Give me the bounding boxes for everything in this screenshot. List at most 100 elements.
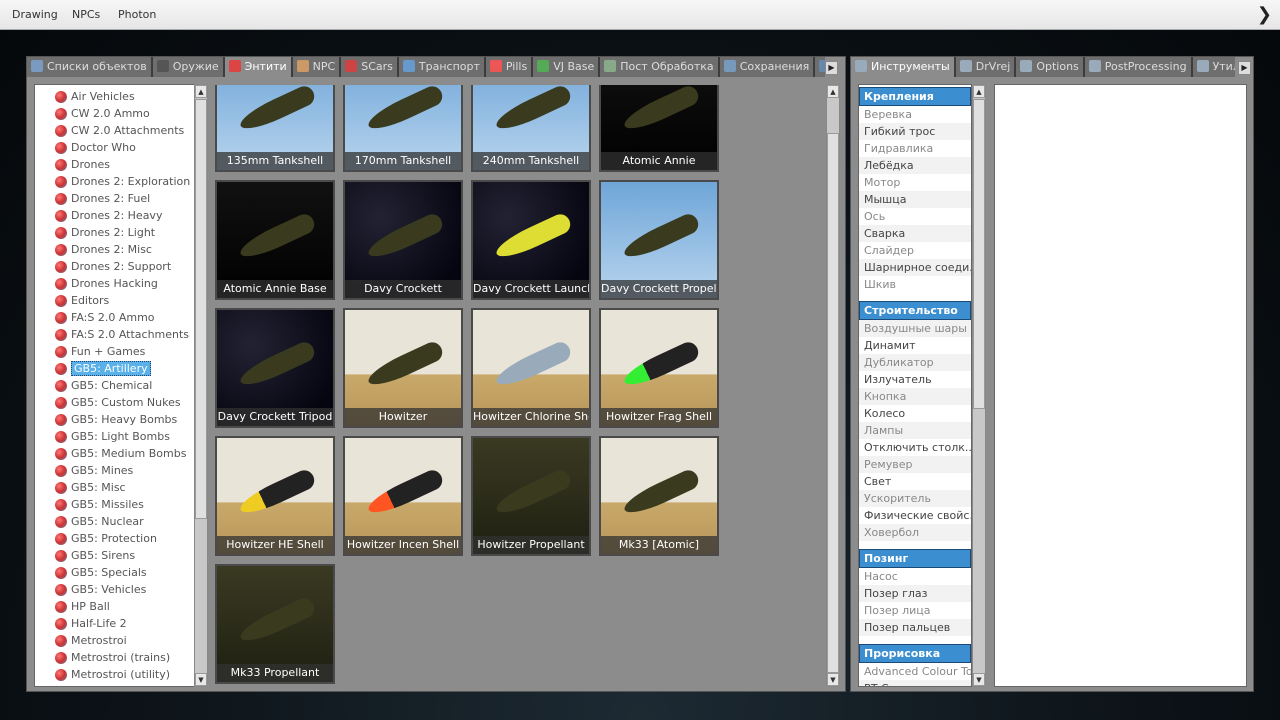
tab-утили[interactable]: Утили xyxy=(1192,57,1235,77)
tool-item[interactable]: Дубликатор xyxy=(859,354,971,371)
tree-node[interactable]: Drones 2: Fuel xyxy=(53,190,194,207)
tool-item[interactable]: Насос xyxy=(859,568,971,585)
tree-node[interactable]: Fun + Games xyxy=(53,343,194,360)
tab-vehicle[interactable]: Транспорт xyxy=(398,57,484,77)
tree-node[interactable]: Half-Life 2 xyxy=(53,615,194,632)
tree-node[interactable]: GB5: Light Bombs xyxy=(53,428,194,445)
tree-node[interactable]: Editors xyxy=(53,292,194,309)
tree-node[interactable]: Drones 2: Heavy xyxy=(53,207,194,224)
tab-pill[interactable]: Pills xyxy=(485,57,532,77)
tool-item[interactable]: Позер глаз xyxy=(859,585,971,602)
tree-node[interactable]: GB5: Sirens xyxy=(53,547,194,564)
tool-item[interactable]: Шкив xyxy=(859,276,971,293)
tree-node[interactable]: Drones xyxy=(53,156,194,173)
tool-item[interactable]: Позер пальцев xyxy=(859,619,971,636)
tree-node[interactable]: Drones 2: Light xyxy=(53,224,194,241)
entity-tile[interactable]: 135mm Tankshell xyxy=(215,85,335,172)
menu-photon[interactable]: Photon xyxy=(118,8,156,21)
tool-item[interactable]: Воздушные шары xyxy=(859,320,971,337)
entity-tile[interactable]: Howitzer HE Shell xyxy=(215,436,335,556)
tool-item[interactable]: Гибкий трос xyxy=(859,123,971,140)
tool-item[interactable]: Advanced Colour Tool xyxy=(859,663,971,680)
tree-node[interactable]: CW 2.0 Attachments xyxy=(53,122,194,139)
tree-node[interactable]: GB5: Medium Bombs xyxy=(53,445,194,462)
entity-tile[interactable]: Howitzer Propellant xyxy=(471,436,591,556)
tree-node[interactable]: Doctor Who xyxy=(53,139,194,156)
tree-node[interactable]: GB5: Specials xyxy=(53,564,194,581)
tool-item[interactable]: Лампы xyxy=(859,422,971,439)
tool-item[interactable]: Ось xyxy=(859,208,971,225)
tool-item[interactable]: Лебёдка xyxy=(859,157,971,174)
entity-tile[interactable]: Atomic Annie Base xyxy=(215,180,335,300)
tree-node[interactable]: GB5: Heavy Bombs xyxy=(53,411,194,428)
tool-category-header[interactable]: Прорисовка xyxy=(859,644,971,663)
entity-tile[interactable]: Howitzer Frag Shell xyxy=(599,308,719,428)
tree-node[interactable]: FA:S 2.0 Attachments xyxy=(53,326,194,343)
tree-node[interactable]: Metrostroi xyxy=(53,632,194,649)
chevron-right-icon[interactable]: ❯ xyxy=(1257,4,1272,25)
tree-node[interactable]: Drones Hacking xyxy=(53,275,194,292)
tree-node[interactable]: HP Ball xyxy=(53,598,194,615)
tab-postprocessing[interactable]: PostProcessing xyxy=(1084,57,1191,77)
entity-tile[interactable]: 240mm Tankshell xyxy=(471,85,591,172)
tool-category-header[interactable]: Крепления xyxy=(859,87,971,106)
tree-node[interactable]: Air Vehicles xyxy=(53,88,194,105)
tree-scrollbar[interactable]: ▲ ▼ xyxy=(194,84,208,687)
tool-item[interactable]: Веревка xyxy=(859,106,971,123)
entity-tile[interactable]: Howitzer xyxy=(343,308,463,428)
tree-node[interactable]: CW 2.0 Ammo xyxy=(53,105,194,122)
tool-item[interactable]: Ремувер xyxy=(859,456,971,473)
tool-item[interactable]: Кнопка xyxy=(859,388,971,405)
tool-item[interactable]: Слайдер xyxy=(859,242,971,259)
tool-item[interactable]: Колесо xyxy=(859,405,971,422)
tree-node[interactable]: GB5: Artillery xyxy=(53,360,194,377)
tool-item[interactable]: Мотор xyxy=(859,174,971,191)
tool-item[interactable]: Шарнирное соеди... xyxy=(859,259,971,276)
tab-dupes[interactable]: Д xyxy=(815,57,825,77)
entity-tile[interactable]: Howitzer Incen Shell xyxy=(343,436,463,556)
tab-save[interactable]: Сохранения xyxy=(719,57,814,77)
tool-category-header[interactable]: Строительство xyxy=(859,301,971,320)
tool-item[interactable]: Свет xyxy=(859,473,971,490)
tool-item[interactable]: Физические свойс... xyxy=(859,507,971,524)
tab-car[interactable]: SCars xyxy=(341,57,397,77)
tab-entities[interactable]: Энтити xyxy=(224,57,291,77)
tab-postprocess[interactable]: Пост Обработка xyxy=(600,57,718,77)
entity-tile[interactable]: Mk33 [Atomic] xyxy=(599,436,719,556)
tree-node[interactable]: FA:S 2.0 Ammo xyxy=(53,309,194,326)
tab-puzzle[interactable]: VJ Base xyxy=(533,57,599,77)
entity-tile[interactable]: Howitzer Chlorine Shell xyxy=(471,308,591,428)
entity-tile[interactable]: Atomic Annie xyxy=(599,85,719,172)
tool-item[interactable]: Излучатель xyxy=(859,371,971,388)
tool-item[interactable]: Ускоритель xyxy=(859,490,971,507)
tool-item[interactable]: Отключить столк... xyxy=(859,439,971,456)
tool-item[interactable]: Позер лица xyxy=(859,602,971,619)
tool-category-header[interactable]: Позинг xyxy=(859,549,971,568)
tree-node[interactable]: GB5: Nuclear xyxy=(53,513,194,530)
entity-tile[interactable]: Mk33 Propellant xyxy=(215,564,335,684)
tree-node[interactable]: GB5: Vehicles xyxy=(53,581,194,598)
tab-drvrej[interactable]: DrVrej xyxy=(955,57,1015,77)
tree-node[interactable]: GB5: Misc xyxy=(53,479,194,496)
entity-tile[interactable]: Davy Crockett Propellant xyxy=(599,180,719,300)
tab-npc[interactable]: NPC xyxy=(292,57,340,77)
entity-tile[interactable]: Davy Crockett Tripod xyxy=(215,308,335,428)
tab-list[interactable]: Списки объектов xyxy=(27,57,151,77)
tab-weapon[interactable]: Оружие xyxy=(152,57,223,77)
tree-node[interactable]: Drones 2: Misc xyxy=(53,241,194,258)
tool-item[interactable]: RT C xyxy=(859,680,971,686)
tool-item[interactable]: Динамит xyxy=(859,337,971,354)
menu-drawing[interactable]: Drawing xyxy=(12,8,58,21)
entity-tile[interactable]: 170mm Tankshell xyxy=(343,85,463,172)
tab-options[interactable]: Options xyxy=(1016,57,1083,77)
menu-npcs[interactable]: NPCs xyxy=(72,8,100,21)
tree-node[interactable]: GB5: Custom Nukes xyxy=(53,394,194,411)
grid-scrollbar[interactable]: ▲ ▼ xyxy=(826,84,840,687)
entity-tile[interactable]: Davy Crockett xyxy=(343,180,463,300)
tool-item[interactable]: Гидравлика xyxy=(859,140,971,157)
tree-node[interactable]: Metrostroi (utility) xyxy=(53,666,194,683)
tool-item[interactable]: Мышца xyxy=(859,191,971,208)
tree-node[interactable]: GB5: Protection xyxy=(53,530,194,547)
tool-item[interactable]: Сварка xyxy=(859,225,971,242)
tree-node[interactable]: Drones 2: Support xyxy=(53,258,194,275)
